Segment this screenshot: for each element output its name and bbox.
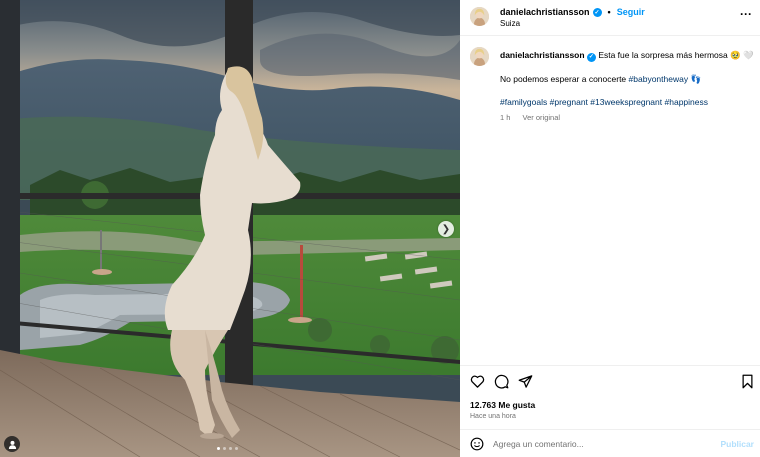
comment-bar: Publicar	[460, 429, 760, 457]
more-options-button[interactable]: ···	[740, 8, 752, 20]
hashtag-link[interactable]: #happiness	[665, 97, 708, 107]
post-comment-button[interactable]: Publicar	[720, 439, 754, 449]
location-link[interactable]: Suiza	[500, 19, 520, 28]
header-separator: •	[607, 7, 611, 17]
smile-icon[interactable]	[470, 437, 484, 451]
caption-text-line2: No podemos esperar a conocerte	[500, 73, 629, 84]
verified-badge-icon: ✓	[592, 7, 602, 17]
caption-username[interactable]: danielachristiansson	[500, 50, 585, 60]
avatar[interactable]	[470, 7, 489, 26]
carousel-next-button[interactable]: ❯	[438, 221, 454, 237]
post-timestamp: Hace una hora	[470, 413, 516, 420]
post-actions: 12.763 Me gusta Hace una hora Publicar	[460, 365, 760, 457]
caption-meta: 1 h Ver original	[500, 112, 755, 124]
bookmark-icon[interactable]	[741, 374, 754, 389]
caption-line: danielachristiansson ✓ Esta fue la sorpr…	[500, 49, 755, 62]
see-original-link[interactable]: Ver original	[523, 113, 561, 122]
caption-age[interactable]: 1 h	[500, 113, 510, 122]
carousel-dot	[223, 447, 226, 450]
avatar[interactable]	[470, 47, 489, 66]
user-tag-icon	[8, 440, 16, 449]
caption-text-line1: Esta fue la sorpresa más hermosa 🥹 🤍	[598, 50, 754, 60]
carousel-dot	[235, 447, 238, 450]
carousel-dot	[229, 447, 232, 450]
like-count[interactable]: 12.763 Me gusta	[470, 400, 535, 410]
hashtag-link[interactable]: #familygoals	[500, 97, 547, 107]
carousel-indicator	[217, 447, 238, 450]
hashtag-link[interactable]: #babyontheway	[629, 74, 689, 84]
more-horizontal-icon: ···	[740, 7, 752, 21]
post-photo	[0, 0, 460, 457]
hashtag-link[interactable]: #13weekspregnant	[590, 97, 662, 107]
post-media[interactable]: ❯	[0, 0, 460, 457]
send-icon[interactable]	[518, 374, 533, 389]
follow-button[interactable]: Seguir	[617, 7, 645, 17]
post-header: danielachristiansson ✓ • Seguir Suiza ··…	[460, 0, 760, 36]
username-link[interactable]: danielachristiansson	[500, 7, 590, 17]
user-tag-button[interactable]	[4, 436, 20, 452]
hashtag-link[interactable]: #pregnant	[550, 97, 588, 107]
caption-emoji: 👣	[690, 73, 702, 84]
caption-line: No podemos esperar a conocerte #babyonth…	[500, 73, 755, 85]
verified-badge-icon: ✓	[586, 52, 596, 62]
hashtag-list: #familygoals #pregnant #13weekspregnant …	[500, 96, 755, 108]
comment-icon[interactable]	[494, 374, 509, 389]
caption-text: danielachristiansson ✓ Esta fue la sorpr…	[500, 49, 755, 124]
carousel-dot	[217, 447, 220, 450]
heart-icon[interactable]	[470, 374, 485, 389]
comment-input[interactable]	[493, 437, 713, 451]
chevron-right-icon: ❯	[441, 223, 451, 235]
post-author: danielachristiansson ✓ • Seguir	[500, 7, 645, 17]
post-side-panel: danielachristiansson ✓ • Seguir Suiza ··…	[460, 0, 760, 457]
